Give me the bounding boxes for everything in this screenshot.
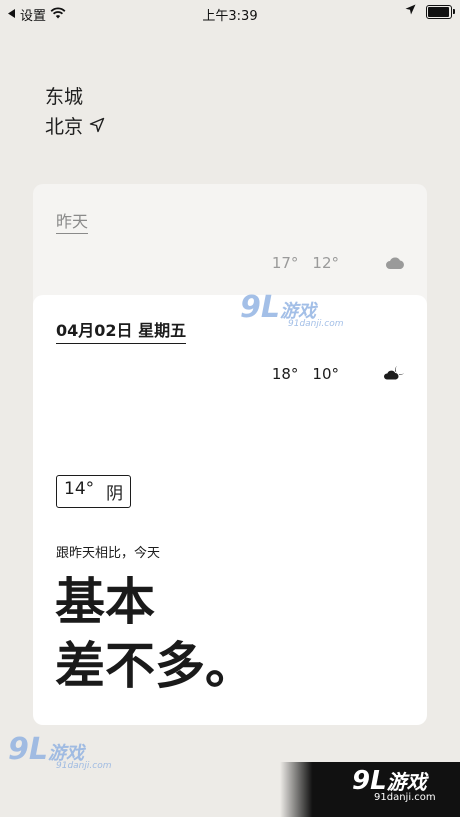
today-temps: 18° 10° bbox=[272, 365, 339, 383]
battery-level bbox=[428, 6, 449, 17]
watermark-domain: 91danji.com bbox=[374, 792, 436, 803]
partly-cloudy-night-icon bbox=[383, 365, 405, 385]
watermark-logo-bottom-left: 9L游戏 91danji.com bbox=[8, 732, 111, 771]
today-low: 10° bbox=[312, 365, 339, 383]
watermark-badge-content: 9L游戏 91danji.com bbox=[352, 766, 436, 803]
watermark-logo: 9L游戏 91danji.com bbox=[240, 290, 343, 329]
location-city: 北京 bbox=[45, 116, 84, 138]
watermark-logo-mark: 9L bbox=[240, 290, 280, 325]
watermark-domain: 91danji.com bbox=[288, 319, 344, 329]
summary-line-1: 基本 bbox=[55, 573, 155, 631]
location-district: 东城 bbox=[45, 86, 84, 108]
navigation-arrow-icon bbox=[89, 112, 105, 142]
watermark-logo-mark: 9L bbox=[8, 732, 48, 767]
yesterday-label: 昨天 bbox=[56, 208, 89, 234]
current-condition: 阴 bbox=[106, 484, 124, 504]
current-weather-box: 14° 阴 bbox=[56, 475, 132, 508]
location-arrow-icon bbox=[405, 4, 416, 19]
summary-line-2: 差不多。 bbox=[55, 637, 255, 695]
compare-text: 跟昨天相比，今天 bbox=[56, 546, 161, 561]
status-right bbox=[405, 4, 455, 19]
location[interactable]: 东城 北京 bbox=[45, 82, 105, 142]
battery-icon bbox=[426, 4, 455, 19]
watermark-badge: 9L游戏 91danji.com bbox=[280, 762, 460, 817]
current-temp: 14° bbox=[64, 479, 95, 499]
today-date: 04月02日 星期五 bbox=[56, 317, 187, 344]
today-card[interactable]: 04月02日 星期五 18° 10° 14° 阴 跟昨天相比，今天 基本 差不多… bbox=[33, 295, 427, 725]
cloud-icon bbox=[385, 255, 405, 274]
yesterday-temps: 17° 12° bbox=[272, 254, 339, 272]
status-bar: 设置 上午3:39 bbox=[0, 0, 460, 24]
yesterday-high: 17° bbox=[271, 254, 299, 272]
today-high: 18° bbox=[271, 365, 299, 383]
summary-text: 基本 差不多。 bbox=[55, 570, 255, 698]
watermark-domain: 91danji.com bbox=[56, 761, 112, 771]
watermark-logo-text: 游戏 bbox=[386, 770, 427, 794]
yesterday-low: 12° bbox=[312, 254, 339, 272]
status-time: 上午3:39 bbox=[202, 9, 258, 24]
location-city-row: 北京 bbox=[45, 112, 105, 142]
